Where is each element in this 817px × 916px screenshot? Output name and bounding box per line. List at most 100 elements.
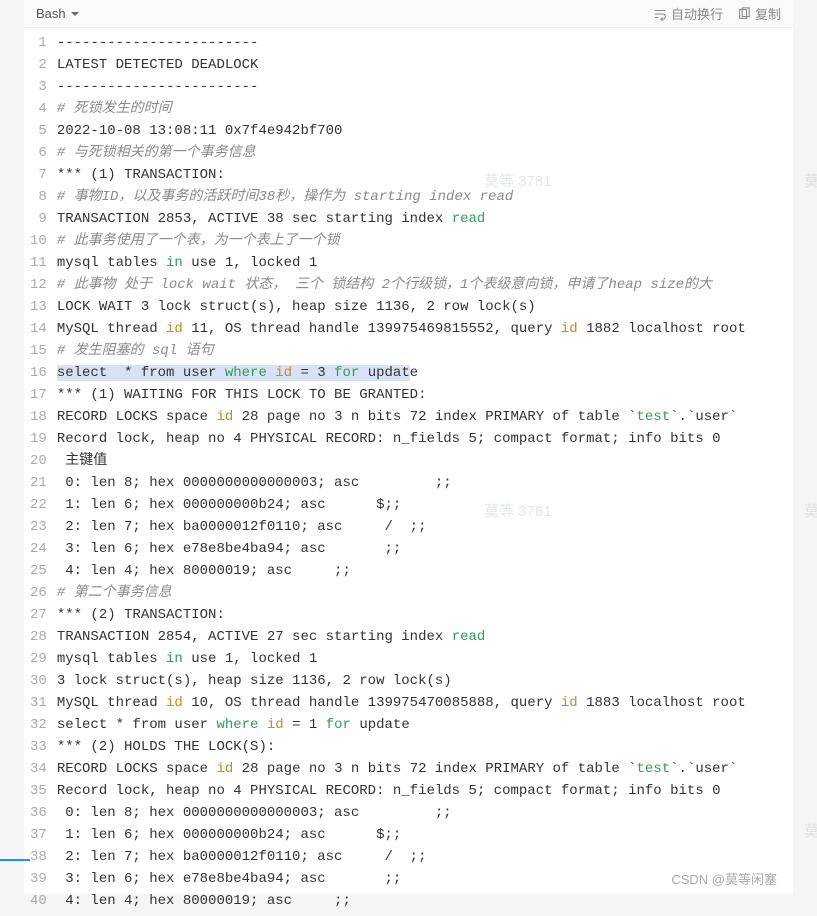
line-number: 14 bbox=[30, 318, 47, 340]
code-token: ------------------------ bbox=[57, 35, 259, 51]
code-line[interactable]: *** (2) HOLDS THE LOCK(S): bbox=[57, 736, 793, 758]
code-line[interactable]: 4: len 4; hex 80000019; asc ;; bbox=[57, 560, 793, 582]
code-token: read bbox=[452, 211, 486, 227]
code-token: update bbox=[351, 717, 410, 733]
code-line[interactable]: MySQL thread id 10, OS thread handle 139… bbox=[57, 692, 793, 714]
copy-icon bbox=[737, 7, 751, 21]
code-line[interactable]: # 第二个事务信息 bbox=[57, 582, 793, 604]
code-token: updat bbox=[359, 365, 409, 381]
code-token: *** (2) TRANSACTION: bbox=[57, 607, 225, 623]
code-line[interactable]: TRANSACTION 2854, ACTIVE 27 sec starting… bbox=[57, 626, 793, 648]
line-number: 4 bbox=[30, 98, 47, 120]
code-lines[interactable]: ------------------------ LATEST DETECTED … bbox=[57, 32, 793, 912]
code-line[interactable]: 1: len 6; hex 000000000b24; asc $;; bbox=[57, 494, 793, 516]
code-line[interactable]: 0: len 8; hex 0000000000000003; asc ;; bbox=[57, 472, 793, 494]
code-line[interactable]: LATEST DETECTED DEADLOCK bbox=[57, 54, 793, 76]
code-line[interactable]: # 与死锁相关的第一个事务信息 bbox=[57, 142, 793, 164]
code-line[interactable]: # 发生阻塞的 sql 语句 bbox=[57, 340, 793, 362]
code-token: 主键值 bbox=[57, 453, 107, 469]
code-token: id bbox=[166, 695, 183, 711]
line-number: 10 bbox=[30, 230, 47, 252]
code-token: read bbox=[452, 629, 486, 645]
code-line[interactable]: select * from user where id = 3 for upda… bbox=[57, 362, 793, 384]
line-number: 2 bbox=[30, 54, 47, 76]
code-area[interactable]: 1234567891011121314151617181920212223242… bbox=[24, 28, 793, 916]
code-token: where bbox=[225, 365, 267, 381]
code-line[interactable]: 主键值 bbox=[57, 450, 793, 472]
line-number: 24 bbox=[30, 538, 47, 560]
line-number: 36 bbox=[30, 802, 47, 824]
code-line[interactable]: select * from user where id = 1 for upda… bbox=[57, 714, 793, 736]
code-line[interactable]: 2: len 7; hex ba0000012f0110; asc / ;; bbox=[57, 516, 793, 538]
code-token: Record lock, heap no 4 PHYSICAL RECORD: … bbox=[57, 783, 721, 799]
line-number: 9 bbox=[30, 208, 47, 230]
code-line[interactable]: RECORD LOCKS space id 28 page no 3 n bit… bbox=[57, 406, 793, 428]
code-token: 28 page no 3 n bits 72 index PRIMARY of … bbox=[233, 761, 636, 777]
code-token: # 此事务使用了一个表，为一个表上了一个锁 bbox=[57, 233, 340, 249]
code-token: 2022-10-08 13:08:11 0x7f4e942bf700 bbox=[57, 123, 343, 139]
line-number: 39 bbox=[30, 868, 47, 890]
code-line[interactable]: Record lock, heap no 4 PHYSICAL RECORD: … bbox=[57, 428, 793, 450]
code-token: `.`user` bbox=[670, 761, 737, 777]
code-token: TRANSACTION 2854, ACTIVE 27 sec starting… bbox=[57, 629, 452, 645]
line-number: 18 bbox=[30, 406, 47, 428]
code-line[interactable]: *** (1) WAITING FOR THIS LOCK TO BE GRAN… bbox=[57, 384, 793, 406]
code-line[interactable]: TRANSACTION 2853, ACTIVE 38 sec starting… bbox=[57, 208, 793, 230]
toolbar-actions: 自动换行 复制 bbox=[653, 4, 781, 23]
code-line[interactable]: ------------------------ bbox=[57, 76, 793, 98]
code-line[interactable]: mysql tables in use 1, locked 1 bbox=[57, 252, 793, 274]
code-line[interactable]: *** (1) TRANSACTION: bbox=[57, 164, 793, 186]
code-line[interactable]: LOCK WAIT 3 lock struct(s), heap size 11… bbox=[57, 296, 793, 318]
code-line[interactable]: ------------------------ bbox=[57, 32, 793, 54]
language-dropdown[interactable]: Bash bbox=[36, 6, 80, 21]
code-token: id bbox=[275, 365, 292, 381]
code-token: 1: len 6; hex 000000000b24; asc $;; bbox=[57, 497, 401, 513]
code-line[interactable]: # 此事物 处于 lock wait 状态， 三个 锁结构 2个行级锁，1个表级… bbox=[57, 274, 793, 296]
line-number: 40 bbox=[30, 890, 47, 912]
code-token: 4: len 4; hex 80000019; asc ;; bbox=[57, 563, 351, 579]
code-token: 11, OS thread handle 139975469815552, qu… bbox=[183, 321, 561, 337]
csdn-credit: CSDN @莫等闲塞 bbox=[671, 869, 777, 888]
copy-button[interactable]: 复制 bbox=[737, 4, 781, 23]
code-token: mysql tables bbox=[57, 651, 166, 667]
code-line[interactable]: # 此事务使用了一个表，为一个表上了一个锁 bbox=[57, 230, 793, 252]
code-line[interactable]: 2: len 7; hex ba0000012f0110; asc / ;; bbox=[57, 846, 793, 868]
wrap-button[interactable]: 自动换行 bbox=[653, 4, 723, 23]
code-line[interactable]: 3: len 6; hex e78e8be4ba94; asc ;; bbox=[57, 538, 793, 560]
code-token: 2: len 7; hex ba0000012f0110; asc / ;; bbox=[57, 849, 427, 865]
code-token: ------------------------ bbox=[57, 79, 259, 95]
code-token: *** (1) TRANSACTION: bbox=[57, 167, 225, 183]
line-number: 11 bbox=[30, 252, 47, 274]
code-line[interactable]: 2022-10-08 13:08:11 0x7f4e942bf700 bbox=[57, 120, 793, 142]
code-line[interactable]: 4: len 4; hex 80000019; asc ;; bbox=[57, 890, 793, 912]
line-number: 3 bbox=[30, 76, 47, 98]
code-token: *** (1) WAITING FOR THIS LOCK TO BE GRAN… bbox=[57, 387, 427, 403]
code-line[interactable]: RECORD LOCKS space id 28 page no 3 n bit… bbox=[57, 758, 793, 780]
code-line[interactable]: MySQL thread id 11, OS thread handle 139… bbox=[57, 318, 793, 340]
code-token: select * from user bbox=[57, 717, 217, 733]
code-token: LATEST DETECTED DEADLOCK bbox=[57, 57, 259, 73]
code-token: 1: len 6; hex 000000000b24; asc $;; bbox=[57, 827, 401, 843]
line-number: 33 bbox=[30, 736, 47, 758]
code-token: where bbox=[216, 717, 258, 733]
code-token: use 1, locked 1 bbox=[183, 651, 317, 667]
code-token bbox=[258, 717, 266, 733]
code-line[interactable]: 0: len 8; hex 0000000000000003; asc ;; bbox=[57, 802, 793, 824]
code-line[interactable]: *** (2) TRANSACTION: bbox=[57, 604, 793, 626]
code-token: id bbox=[166, 321, 183, 337]
line-number: 29 bbox=[30, 648, 47, 670]
code-line[interactable]: 1: len 6; hex 000000000b24; asc $;; bbox=[57, 824, 793, 846]
code-line[interactable]: # 事物ID，以及事务的活跃时间38秒，操作为 starting index r… bbox=[57, 186, 793, 208]
line-number: 12 bbox=[30, 274, 47, 296]
code-token: 0: len 8; hex 0000000000000003; asc ;; bbox=[57, 475, 452, 491]
code-line[interactable]: mysql tables in use 1, locked 1 bbox=[57, 648, 793, 670]
line-number: 26 bbox=[30, 582, 47, 604]
code-line[interactable]: # 死锁发生的时间 bbox=[57, 98, 793, 120]
code-line[interactable]: Record lock, heap no 4 PHYSICAL RECORD: … bbox=[57, 780, 793, 802]
line-number: 28 bbox=[30, 626, 47, 648]
code-line[interactable]: 3 lock struct(s), heap size 1136, 2 row … bbox=[57, 670, 793, 692]
code-token: select * from user bbox=[57, 365, 225, 381]
line-number: 27 bbox=[30, 604, 47, 626]
code-token: id bbox=[216, 761, 233, 777]
code-token: use 1, locked 1 bbox=[183, 255, 317, 271]
